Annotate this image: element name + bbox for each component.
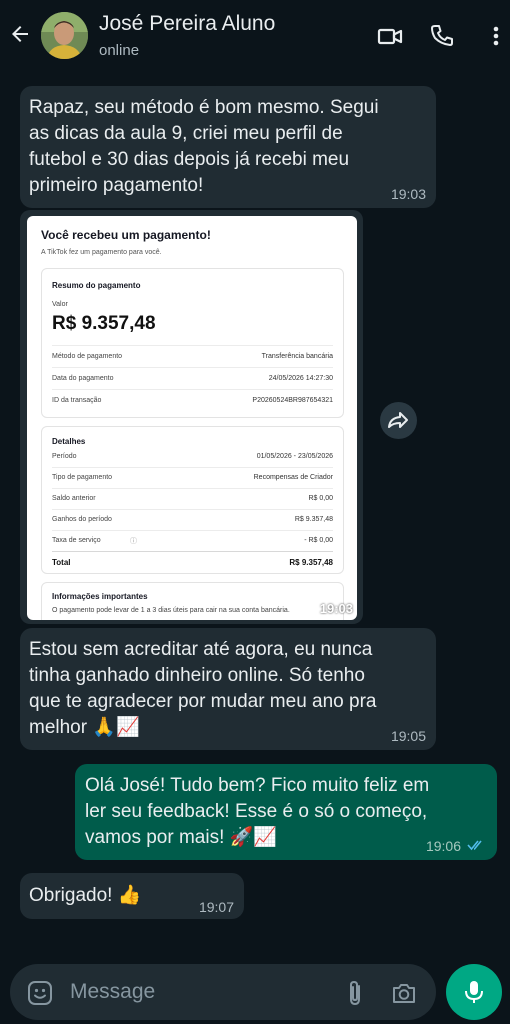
info-text: O pagamento pode levar de 1 a 3 dias úte…	[52, 607, 290, 614]
total-label: Total	[52, 558, 71, 567]
message-incoming[interactable]: Estou sem acreditar até agora, eu nunca …	[20, 628, 436, 750]
message-incoming[interactable]: Obrigado! 👍 19:07	[20, 873, 244, 919]
avatar[interactable]	[41, 12, 88, 59]
camera-icon[interactable]	[390, 979, 418, 1007]
message-text: Obrigado! 👍	[29, 885, 142, 906]
total-value: R$ 9.357,48	[289, 558, 333, 567]
attach-icon[interactable]	[344, 979, 366, 1007]
summary-heading: Resumo do pagamento	[52, 281, 141, 290]
receipt-details-card: Detalhes Período 01/05/2026 - 23/05/2026…	[41, 426, 344, 574]
message-incoming[interactable]: Rapaz, seu método é bom mesmo. Segui as …	[20, 86, 436, 208]
mic-icon	[465, 981, 483, 1003]
forward-icon	[388, 412, 408, 428]
contact-status: online	[99, 42, 140, 59]
payment-receipt-image[interactable]: Você recebeu um pagamento! A TikTok fez …	[27, 216, 357, 620]
message-time: 19:07	[198, 899, 234, 915]
video-call-icon[interactable]	[376, 22, 404, 50]
back-arrow-icon[interactable]	[8, 22, 32, 46]
chat-header: José Pereira Aluno online	[0, 0, 510, 72]
row-label: Taxa de serviço	[52, 537, 101, 544]
row-label: Tipo de pagamento	[52, 474, 113, 481]
row-value: R$ 9.357,48	[294, 516, 333, 523]
info-heading: Informações importantes	[52, 592, 148, 601]
row-value: R$ 0,00	[308, 495, 333, 502]
message-composer	[10, 964, 436, 1020]
forward-button[interactable]	[380, 402, 417, 439]
message-text: Olá José! Tudo bem? Fico muito feliz em …	[85, 775, 430, 848]
message-time: 19:03	[319, 601, 353, 616]
message-time: 19:03	[390, 186, 426, 202]
message-input[interactable]	[70, 977, 300, 1007]
mic-button[interactable]	[446, 964, 502, 1020]
row-value: Transferência bancária	[261, 353, 333, 360]
row-label: Data do pagamento	[52, 375, 114, 382]
info-icon: ⓘ	[130, 538, 137, 545]
receipt-subtitle: A TikTok fez um pagamento para você.	[41, 249, 162, 256]
row-value: - R$ 0,00	[304, 537, 333, 544]
row-label: Saldo anterior	[52, 495, 96, 502]
row-value: P20260524BR987654321	[252, 397, 333, 404]
row-label: Período	[52, 453, 77, 460]
details-heading: Detalhes	[52, 437, 86, 446]
message-text: Rapaz, seu método é bom mesmo. Segui as …	[29, 97, 379, 196]
row-value: Recompensas de Criador	[253, 474, 333, 481]
message-text: Estou sem acreditar até agora, eu nunca …	[29, 639, 377, 738]
row-value: 24/05/2026 14:27:30	[268, 375, 333, 382]
contact-name[interactable]: José Pereira Aluno	[99, 12, 275, 36]
row-label: Método de pagamento	[52, 353, 123, 360]
double-check-icon	[467, 840, 482, 851]
row-label: ID da transação	[52, 397, 102, 404]
payment-amount: R$ 9.357,48	[52, 313, 156, 334]
message-time: 19:05	[390, 728, 426, 744]
receipt-info-card: Informações importantes O pagamento pode…	[41, 582, 344, 620]
message-image[interactable]: Você recebeu um pagamento! A TikTok fez …	[20, 210, 363, 624]
receipt-title: Você recebeu um pagamento!	[41, 228, 211, 242]
row-value: 01/05/2026 - 23/05/2026	[256, 453, 333, 460]
emoji-icon[interactable]	[26, 979, 54, 1007]
message-outgoing[interactable]: Olá José! Tudo bem? Fico muito feliz em …	[75, 764, 497, 860]
phone-icon[interactable]	[428, 22, 456, 50]
value-label: Valor	[52, 301, 68, 308]
more-options-icon[interactable]	[482, 22, 499, 50]
receipt-summary-card: Resumo do pagamento Valor R$ 9.357,48 Mé…	[41, 268, 344, 418]
message-time: 19:06	[425, 838, 461, 854]
row-label: Ganhos do período	[52, 516, 112, 523]
